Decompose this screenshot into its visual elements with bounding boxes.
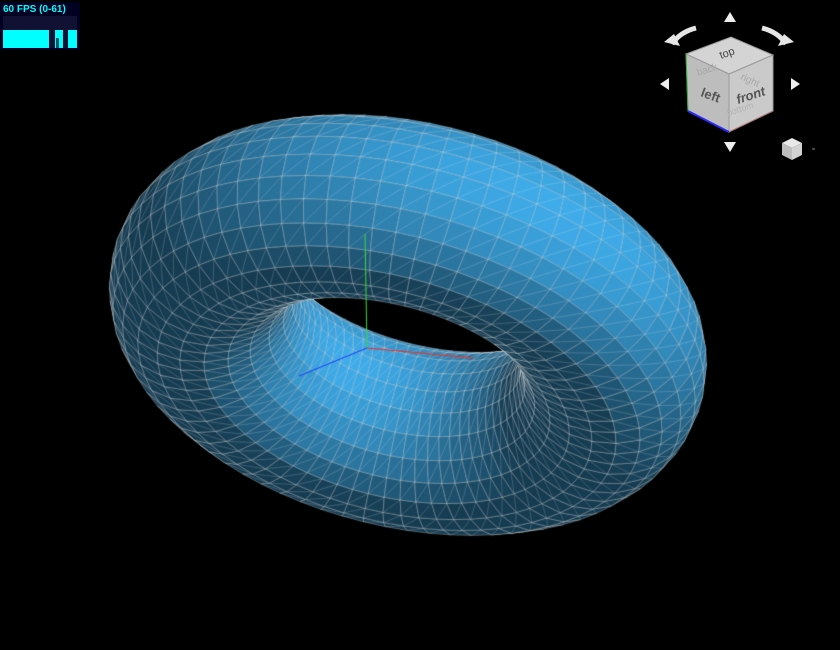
home-cube-icon[interactable]	[778, 135, 818, 163]
arrow-up-icon[interactable]	[724, 12, 736, 22]
arrow-left-icon[interactable]	[660, 78, 669, 90]
arrow-down-icon[interactable]	[724, 142, 736, 152]
fps-label: 60 FPS (0-61)	[3, 4, 66, 15]
fps-graph	[3, 16, 77, 48]
arrow-right-icon[interactable]	[791, 78, 800, 90]
fps-meter[interactable]: 60 FPS (0-61)	[0, 2, 80, 50]
